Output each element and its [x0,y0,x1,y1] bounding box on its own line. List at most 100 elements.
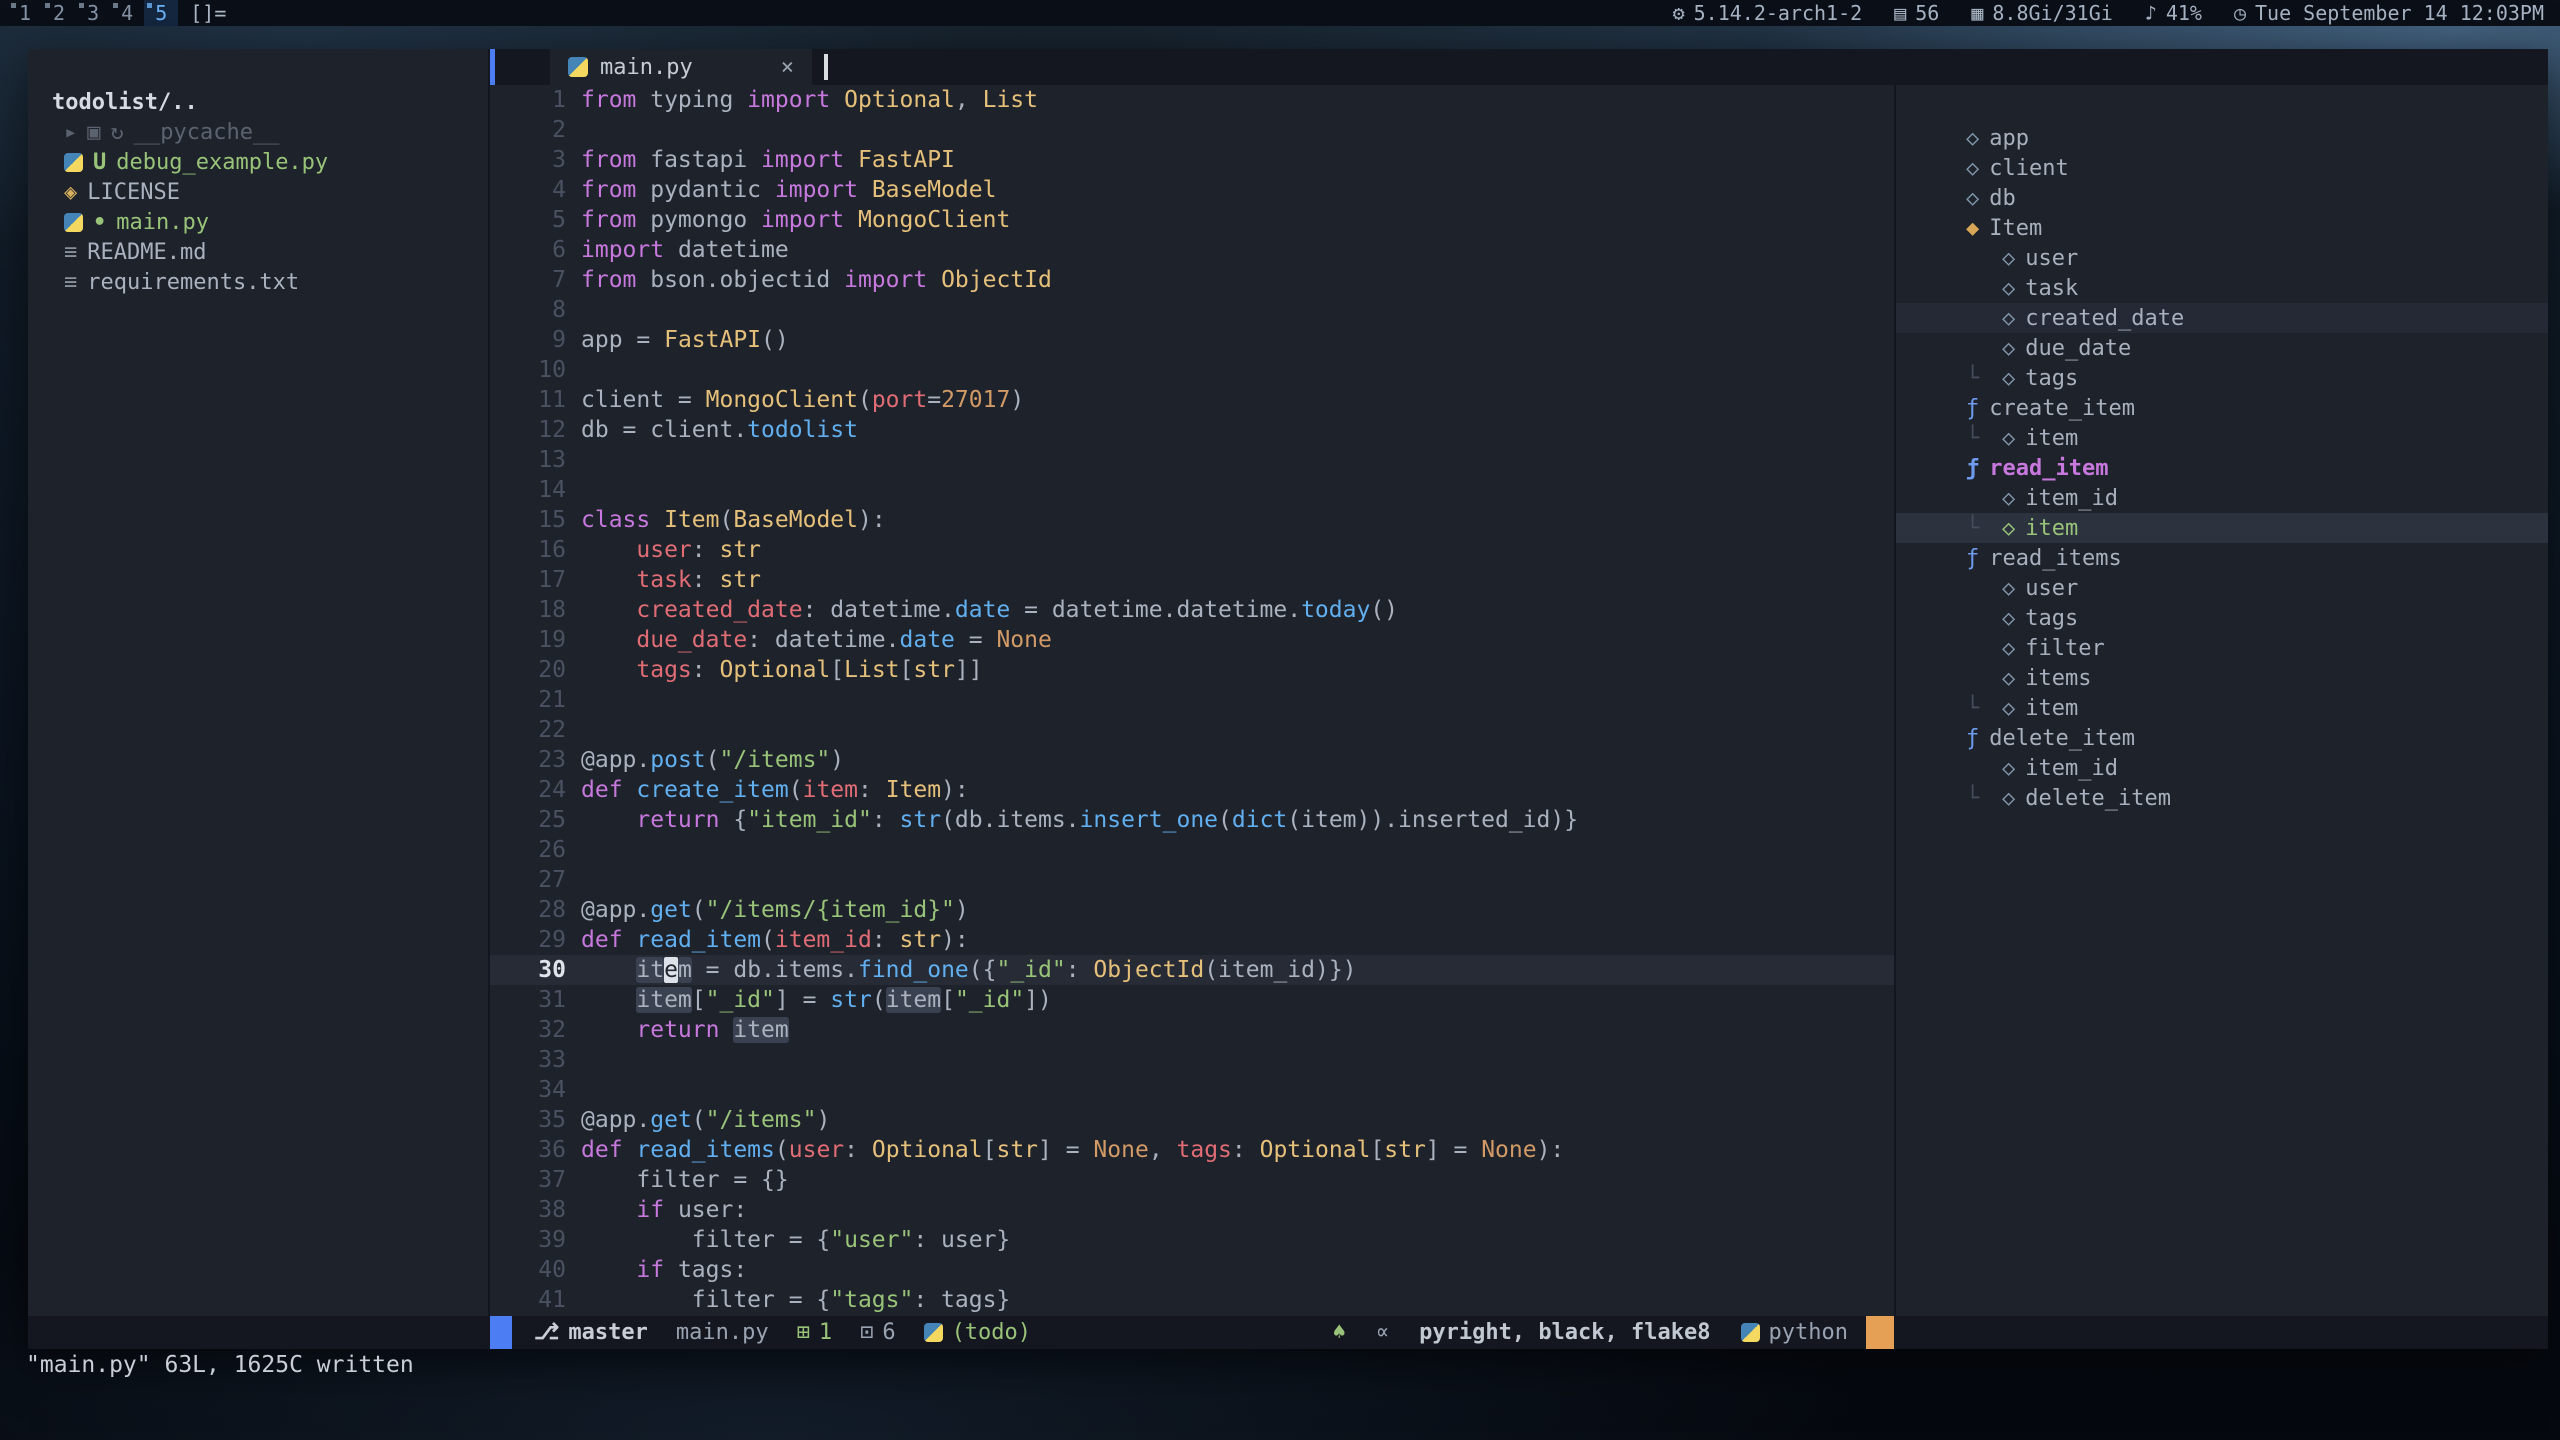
tree-item-__pycache__[interactable]: ▸▣↻__pycache__ [28,117,488,147]
code-line-36[interactable]: 36def read_items(user: Optional[str] = N… [490,1135,1894,1165]
code-line-10[interactable]: 10 [490,355,1894,385]
symbol-Item[interactable]: ◆Item [1896,213,2548,243]
code-line-20[interactable]: 20 tags: Optional[List[str]] [490,655,1894,685]
code-line-9[interactable]: 9app = FastAPI() [490,325,1894,355]
workspace-4[interactable]: 4 [110,0,144,26]
code-line-34[interactable]: 34 [490,1075,1894,1105]
symbol-task[interactable]: ◇task [1896,273,2548,303]
tab-close-button[interactable]: × [781,55,794,80]
workspace-3[interactable]: 3 [76,0,110,26]
symbol-tags[interactable]: └◇tags [1896,363,2548,393]
symbol-app[interactable]: ◇app [1896,123,2548,153]
git-added-count[interactable]: ⊞1 [797,1320,833,1345]
token: "item_id" [747,807,872,833]
symbol-user[interactable]: ◇user [1896,243,2548,273]
filetype[interactable]: python [1741,1320,1848,1345]
token: None [1481,1137,1536,1163]
tab-main-py[interactable]: main.py × [550,49,812,85]
code-line-40[interactable]: 40 if tags: [490,1255,1894,1285]
lsp-status[interactable]: ∝ [1376,1320,1389,1345]
code-line-4[interactable]: 4from pydantic import BaseModel [490,175,1894,205]
statusline-filename[interactable]: main.py [676,1320,769,1345]
code-line-27[interactable]: 27 [490,865,1894,895]
code-line-38[interactable]: 38 if user: [490,1195,1894,1225]
code-line-12[interactable]: 12db = client.todolist [490,415,1894,445]
lsp-servers[interactable]: pyright, black, flake8 [1419,1320,1710,1345]
symbol-label: task [2025,276,2078,301]
code-line-24[interactable]: 24def create_item(item: Item): [490,775,1894,805]
code-line-13[interactable]: 13 [490,445,1894,475]
code-line-15[interactable]: 15class Item(BaseModel): [490,505,1894,535]
token: : [872,927,900,953]
symbol-created_date[interactable]: ◇created_date [1896,303,2548,333]
code-text: return item [566,1017,789,1043]
tree-item-LICENSE[interactable]: ◈LICENSE [28,177,488,207]
buffer-count[interactable]: ⊡6 [860,1320,896,1345]
var-icon: ◇ [2002,336,2015,361]
symbol-tags[interactable]: ◇tags [1896,603,2548,633]
code-line-19[interactable]: 19 due_date: datetime.date = None [490,625,1894,655]
workspace-5[interactable]: 5 [144,0,178,26]
symbol-item_id[interactable]: ◇item_id [1896,483,2548,513]
code-line-31[interactable]: 31 item["_id"] = str(item["_id"]) [490,985,1894,1015]
token: [ [983,1137,997,1163]
symbol-user[interactable]: ◇user [1896,573,2548,603]
md-icon: ≡ [64,240,77,265]
code-line-21[interactable]: 21 [490,685,1894,715]
line-number: 28 [490,897,566,923]
code-line-11[interactable]: 11client = MongoClient(port=27017) [490,385,1894,415]
symbol-items[interactable]: ◇items [1896,663,2548,693]
code-line-3[interactable]: 3from fastapi import FastAPI [490,145,1894,175]
tree-item-README.md[interactable]: ≡README.md [28,237,488,267]
symbol-client[interactable]: ◇client [1896,153,2548,183]
code-line-22[interactable]: 22 [490,715,1894,745]
treesitter-status[interactable]: ♠ [1333,1320,1346,1345]
symbol-delete_item[interactable]: └◇delete_item [1896,783,2548,813]
line-number: 3 [490,147,566,173]
symbol-item[interactable]: └◇item [1896,513,2548,543]
code-line-32[interactable]: 32 return item [490,1015,1894,1045]
code-line-33[interactable]: 33 [490,1045,1894,1075]
symbol-due_date[interactable]: ◇due_date [1896,333,2548,363]
code-line-17[interactable]: 17 task: str [490,565,1894,595]
code-line-16[interactable]: 16 user: str [490,535,1894,565]
tree-item-debug_example.py[interactable]: Udebug_example.py [28,147,488,177]
code-line-26[interactable]: 26 [490,835,1894,865]
workspace-2[interactable]: 2 [42,0,76,26]
symbol-read_items[interactable]: ƒread_items [1896,543,2548,573]
code-line-7[interactable]: 7from bson.objectid import ObjectId [490,265,1894,295]
code-line-29[interactable]: 29def read_item(item_id: str): [490,925,1894,955]
symbol-delete_item[interactable]: ƒdelete_item [1896,723,2548,753]
code-line-18[interactable]: 18 created_date: datetime.date = datetim… [490,595,1894,625]
code-line-37[interactable]: 37 filter = {} [490,1165,1894,1195]
code-line-35[interactable]: 35@app.get("/items") [490,1105,1894,1135]
python-venv[interactable]: (todo) [924,1320,1031,1345]
code-line-39[interactable]: 39 filter = {"user": user} [490,1225,1894,1255]
code-line-14[interactable]: 14 [490,475,1894,505]
git-branch[interactable]: ⎇master [534,1320,648,1345]
code-line-30[interactable]: 30 item = db.items.find_one({"_id": Obje… [490,955,1894,985]
code-line-8[interactable]: 8 [490,295,1894,325]
symbol-read_item[interactable]: ƒread_item [1896,453,2548,483]
tree-root[interactable]: todolist/.. [28,87,488,117]
symbol-item[interactable]: └◇item [1896,423,2548,453]
symbol-create_item[interactable]: ƒcreate_item [1896,393,2548,423]
var-icon: ◇ [2002,696,2015,721]
symbol-item_id[interactable]: ◇item_id [1896,753,2548,783]
symbol-db[interactable]: ◇db [1896,183,2548,213]
code-line-5[interactable]: 5from pymongo import MongoClient [490,205,1894,235]
code-line-6[interactable]: 6import datetime [490,235,1894,265]
editor[interactable]: 1from typing import Optional, List23from… [490,85,1894,1316]
layout-indicator[interactable]: []= [190,1,226,25]
workspace-1[interactable]: 1 [8,0,42,26]
code-line-1[interactable]: 1from typing import Optional, List [490,85,1894,115]
tree-item-main.py[interactable]: •main.py [28,207,488,237]
symbol-filter[interactable]: ◇filter [1896,633,2548,663]
code-line-23[interactable]: 23@app.post("/items") [490,745,1894,775]
code-line-41[interactable]: 41 filter = {"tags": tags} [490,1285,1894,1315]
code-line-25[interactable]: 25 return {"item_id": str(db.items.inser… [490,805,1894,835]
code-line-2[interactable]: 2 [490,115,1894,145]
code-line-28[interactable]: 28@app.get("/items/{item_id}") [490,895,1894,925]
tree-item-requirements.txt[interactable]: ≡requirements.txt [28,267,488,297]
symbol-item[interactable]: └◇item [1896,693,2548,723]
